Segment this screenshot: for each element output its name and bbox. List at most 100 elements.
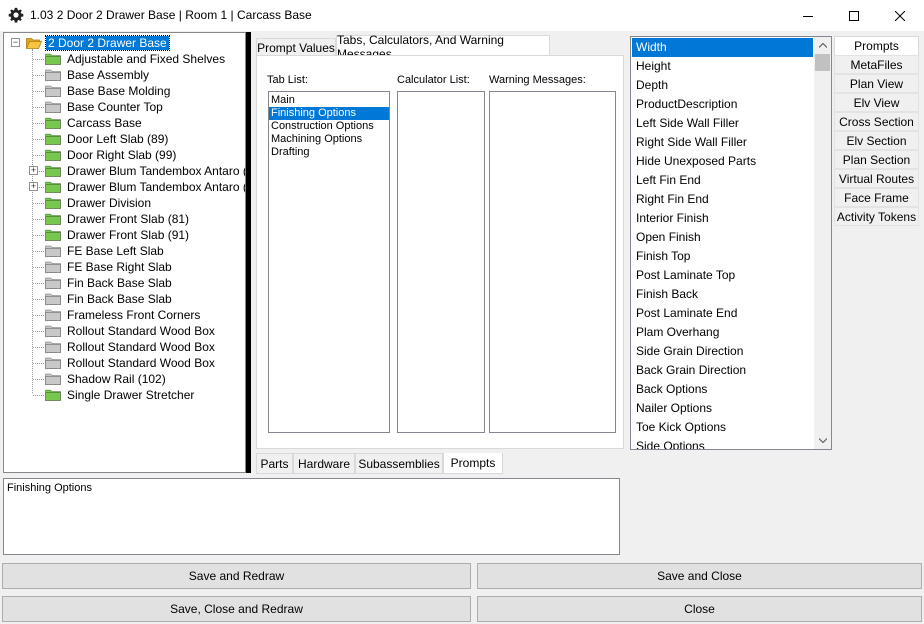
- prompt-item[interactable]: Side Grain Direction: [632, 342, 813, 361]
- tree-item[interactable]: Fin Back Base Slab: [45, 275, 174, 291]
- tab-activity-tokens[interactable]: Activity Tokens: [834, 207, 919, 226]
- scroll-down-button[interactable]: [814, 432, 831, 449]
- prompt-item[interactable]: Width: [632, 38, 813, 57]
- tab-list-item[interactable]: Machining Options: [269, 133, 389, 146]
- prompt-item[interactable]: Height: [632, 57, 813, 76]
- tree-connector: [33, 251, 44, 252]
- tree-connector: [33, 331, 44, 332]
- tree-item[interactable]: FE Base Right Slab: [45, 259, 174, 275]
- maximize-button[interactable]: [831, 0, 877, 31]
- tab-list-item[interactable]: Drafting: [269, 146, 389, 159]
- tree-item[interactable]: Rollout Standard Wood Box: [45, 339, 217, 355]
- save-close-and-redraw-button[interactable]: Save, Close and Redraw: [2, 596, 471, 622]
- tree-item[interactable]: Drawer Blum Tandembox Antaro (81): [45, 163, 245, 179]
- tab-metafiles[interactable]: MetaFiles: [834, 55, 919, 74]
- tab-subassemblies[interactable]: Subassemblies: [355, 453, 443, 474]
- tab-list-item[interactable]: Main: [269, 94, 389, 107]
- tab-face-frame[interactable]: Face Frame: [834, 188, 919, 207]
- tab-list-item[interactable]: Construction Options: [269, 120, 389, 133]
- tree-item[interactable]: Base Counter Top: [45, 99, 165, 115]
- tab-elv-section[interactable]: Elv Section: [834, 131, 919, 150]
- tree-item[interactable]: FE Base Left Slab: [45, 243, 166, 259]
- tree-connector: [33, 347, 44, 348]
- tree-item[interactable]: Single Drawer Stretcher: [45, 387, 196, 403]
- tree-root[interactable]: 2 Door 2 Drawer Base: [26, 35, 170, 51]
- prompt-item[interactable]: Interior Finish: [632, 209, 813, 228]
- tree-item[interactable]: Door Right Slab (99): [45, 147, 178, 163]
- prompt-item[interactable]: Depth: [632, 76, 813, 95]
- folder-icon: [45, 357, 61, 369]
- expand-toggle[interactable]: +: [29, 182, 38, 191]
- expand-toggle[interactable]: +: [29, 166, 38, 175]
- tab-prompts[interactable]: Prompts: [443, 453, 503, 474]
- panel-splitter[interactable]: [246, 32, 251, 473]
- prompt-item[interactable]: Post Laminate Top: [632, 266, 813, 285]
- warning-messages-list[interactable]: [489, 91, 616, 433]
- close-button[interactable]: [877, 0, 923, 31]
- prompt-item[interactable]: Finish Back: [632, 285, 813, 304]
- tree-item[interactable]: Shadow Rail (102): [45, 371, 168, 387]
- tab-plan-section[interactable]: Plan Section: [834, 150, 919, 169]
- tree-connector: [33, 139, 44, 140]
- prompt-item[interactable]: Back Grain Direction: [632, 361, 813, 380]
- tree-item[interactable]: Door Left Slab (89): [45, 131, 170, 147]
- prompt-item[interactable]: Post Laminate End: [632, 304, 813, 323]
- prompt-item[interactable]: Left Fin End: [632, 171, 813, 190]
- prompt-item[interactable]: ProductDescription: [632, 95, 813, 114]
- description-box[interactable]: Finishing Options: [3, 478, 620, 555]
- tree-item[interactable]: Rollout Standard Wood Box: [45, 355, 217, 371]
- tab-plan-view[interactable]: Plan View: [834, 74, 919, 93]
- scroll-up-button[interactable]: [814, 37, 831, 54]
- folder-icon: [45, 389, 61, 401]
- tree-item[interactable]: Drawer Division: [45, 195, 153, 211]
- tab-list[interactable]: Main Finishing Options Construction Option…: [268, 91, 390, 433]
- minimize-button[interactable]: [785, 0, 831, 31]
- tab-elv-view[interactable]: Elv View: [834, 93, 919, 112]
- tree-item-label: Base Assembly: [67, 68, 150, 82]
- tab-list-item[interactable]: Finishing Options: [269, 107, 389, 120]
- tab-hardware[interactable]: Hardware: [293, 453, 355, 474]
- prompt-item[interactable]: Side Options: [632, 437, 813, 449]
- prompt-item[interactable]: Right Fin End: [632, 190, 813, 209]
- tab-prompts[interactable]: Prompts: [834, 36, 919, 56]
- prompt-item[interactable]: Plam Overhang: [632, 323, 813, 342]
- tree-item[interactable]: Drawer Blum Tandembox Antaro (91): [45, 179, 246, 195]
- prompt-item[interactable]: Open Finish: [632, 228, 813, 247]
- tab-tabs-calculators-warnings[interactable]: Tabs, Calculators, And Warning Messages: [336, 33, 550, 61]
- tree-item[interactable]: Drawer Front Slab (91): [45, 227, 191, 243]
- prompt-item[interactable]: Finish Top: [632, 247, 813, 266]
- tree-root-label[interactable]: 2 Door 2 Drawer Base: [45, 35, 170, 51]
- tree-item[interactable]: Fin Back Base Slab: [45, 291, 174, 307]
- save-and-close-button[interactable]: Save and Close: [477, 563, 922, 589]
- tree-item[interactable]: Carcass Base: [45, 115, 144, 131]
- prompt-list-scrollbar[interactable]: [814, 37, 831, 449]
- tab-cross-section[interactable]: Cross Section: [834, 112, 919, 131]
- prompt-item[interactable]: Right Side Wall Filler: [632, 133, 813, 152]
- tab-parts[interactable]: Parts: [256, 453, 293, 474]
- tree-item[interactable]: Base Base Molding: [45, 83, 172, 99]
- tree-item[interactable]: Frameless Front Corners: [45, 307, 202, 323]
- prompt-item[interactable]: Hide Unexposed Parts: [632, 152, 813, 171]
- tab-virtual-routes[interactable]: Virtual Routes: [834, 169, 919, 188]
- prompt-item[interactable]: Left Side Wall Filler: [632, 114, 813, 133]
- collapse-toggle[interactable]: −: [11, 38, 20, 47]
- tree-item[interactable]: Adjustable and Fixed Shelves: [45, 51, 227, 67]
- tree-item-label: Drawer Blum Tandembox Antaro (91): [67, 180, 246, 194]
- close-dialog-button[interactable]: Close: [477, 596, 922, 622]
- product-tree[interactable]: 2 Door 2 Drawer Base − Adjustable and Fixe…: [3, 32, 246, 473]
- tree-item[interactable]: Drawer Front Slab (81): [45, 211, 191, 227]
- prompt-list[interactable]: Width Height Depth ProductDescription Left S…: [630, 36, 832, 450]
- prompt-item[interactable]: Back Options: [632, 380, 813, 399]
- calculator-list[interactable]: [397, 91, 485, 433]
- close-icon: [895, 10, 905, 21]
- tree-item[interactable]: Base Assembly: [45, 67, 151, 83]
- tab-list-label: Tab List:: [267, 74, 308, 86]
- save-and-redraw-button[interactable]: Save and Redraw: [2, 563, 471, 589]
- tree-item-label: Fin Back Base Slab: [67, 276, 172, 290]
- tree-item-label: Door Left Slab (89): [67, 132, 169, 146]
- tree-connector: [32, 49, 33, 393]
- tree-item[interactable]: Rollout Standard Wood Box: [45, 323, 217, 339]
- prompt-item[interactable]: Nailer Options: [632, 399, 813, 418]
- scroll-thumb[interactable]: [815, 54, 830, 71]
- prompt-item[interactable]: Toe Kick Options: [632, 418, 813, 437]
